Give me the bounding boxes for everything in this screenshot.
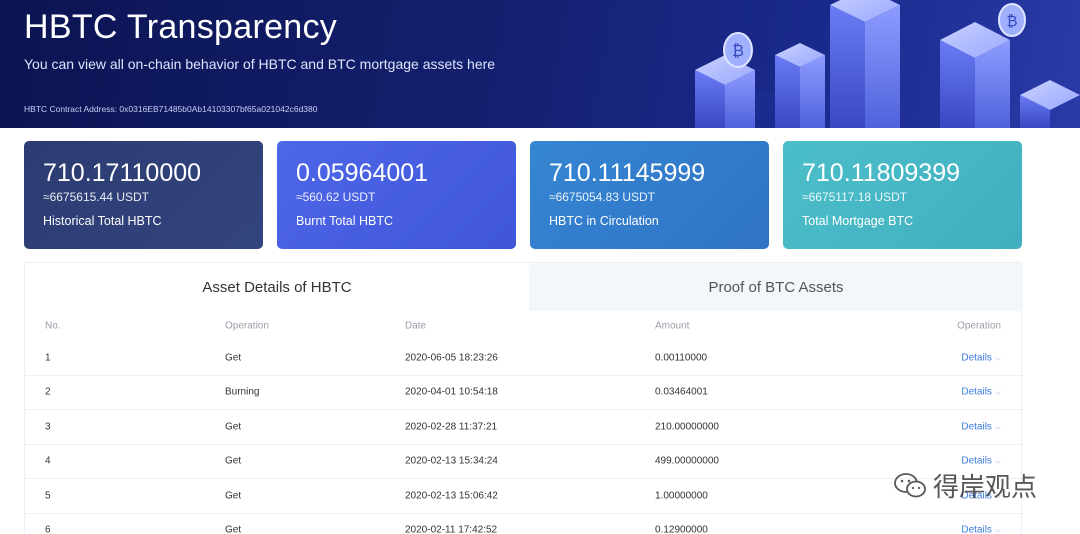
stat-value: 0.05964001 xyxy=(296,159,429,187)
header-operation: Operation xyxy=(225,320,269,332)
row-date: 2020-04-01 10:54:18 xyxy=(405,386,498,398)
stat-value: 710.11145999 xyxy=(549,159,706,187)
page-subtitle: You can view all on-chain behavior of HB… xyxy=(24,56,496,72)
stat-usdt: ≈6675615.44 USDT xyxy=(43,190,149,204)
watermark: 得岸观点 xyxy=(893,467,1037,504)
row-no: 4 xyxy=(45,455,51,467)
table-row: 1 Get 2020-06-05 18:23:26 0.00110000 Det… xyxy=(25,341,1023,376)
row-operation: Get xyxy=(225,455,242,467)
table-row: 4 Get 2020-02-13 15:34:24 499.00000000 D… xyxy=(25,445,1023,479)
stat-card-circulation: 710.11145999 ≈6675054.83 USDT HBTC in Ci… xyxy=(530,141,769,249)
stats-cards: 710.17110000 ≈6675615.44 USDT Historical… xyxy=(24,141,1022,249)
row-amount: 0.00110000 xyxy=(655,352,708,364)
tab-asset-details[interactable]: Asset Details of HBTC xyxy=(25,263,529,311)
header-date: Date xyxy=(405,320,427,332)
stat-label: Burnt Total HBTC xyxy=(296,214,394,228)
chevron-down-icon: ⌵ xyxy=(994,353,1001,363)
table-row: 5 Get 2020-02-13 15:06:42 1.00000000 Det… xyxy=(25,479,1023,514)
header-amount: Amount xyxy=(655,320,690,332)
header-banner: HBTC Transparency You can view all on-ch… xyxy=(0,0,1080,128)
table-row: 3 Get 2020-02-28 11:37:21 210.00000000 D… xyxy=(25,410,1023,445)
row-operation: Get xyxy=(225,490,242,502)
details-label: Details xyxy=(961,352,992,364)
row-no: 6 xyxy=(45,524,51,534)
details-link[interactable]: Details ⌵ xyxy=(961,352,1001,363)
stat-card-burnt-total: 0.05964001 ≈560.62 USDT Burnt Total HBTC xyxy=(277,141,516,249)
tab-proof-of-btc[interactable]: Proof of BTC Assets xyxy=(529,263,1023,311)
tab-bar: Asset Details of HBTC Proof of BTC Asset… xyxy=(25,263,1023,311)
chevron-down-icon: ⌵ xyxy=(994,525,1001,534)
svg-text:₿: ₿ xyxy=(1006,12,1017,30)
row-no: 3 xyxy=(45,421,51,433)
row-amount: 1.00000000 xyxy=(655,490,708,502)
chevron-down-icon: ⌵ xyxy=(994,387,1001,397)
row-amount: 0.12900000 xyxy=(655,524,708,534)
header-action: Operation xyxy=(957,320,1001,332)
stat-usdt: ≈560.62 USDT xyxy=(296,190,376,204)
row-amount: 499.00000000 xyxy=(655,455,719,467)
row-date: 2020-02-28 11:37:21 xyxy=(405,421,498,433)
row-date: 2020-02-13 15:06:42 xyxy=(405,490,498,502)
row-operation: Burning xyxy=(225,386,260,398)
row-date: 2020-02-11 17:42:52 xyxy=(405,524,498,534)
row-no: 1 xyxy=(45,352,51,364)
chevron-down-icon: ⌵ xyxy=(994,456,1001,466)
watermark-text: 得岸观点 xyxy=(933,473,1038,503)
stat-label: HBTC in Circulation xyxy=(549,214,659,228)
svg-text:₿: ₿ xyxy=(732,41,744,60)
stat-card-mortgage-btc: 710.11809399 ≈6675117.18 USDT Total Mort… xyxy=(783,141,1022,249)
stat-label: Historical Total HBTC xyxy=(43,214,162,228)
stat-usdt: ≈6675117.18 USDT xyxy=(802,190,908,204)
row-date: 2020-02-13 15:34:24 xyxy=(405,455,498,467)
details-label: Details xyxy=(961,421,992,433)
details-link[interactable]: Details ⌵ xyxy=(961,387,1001,398)
row-no: 2 xyxy=(45,386,51,398)
chevron-down-icon: ⌵ xyxy=(994,422,1001,432)
table-row: 2 Burning 2020-04-01 10:54:18 0.03464001… xyxy=(25,376,1023,410)
asset-details-table: No. Operation Date Amount Operation 1 Ge… xyxy=(25,311,1023,534)
details-link[interactable]: Details ⌵ xyxy=(961,456,1001,467)
row-date: 2020-06-05 18:23:26 xyxy=(405,352,498,364)
header-no: No. xyxy=(45,320,61,332)
stat-value: 710.11809399 xyxy=(802,159,961,187)
isometric-city-illustration: ₿ ₿ xyxy=(690,0,1080,128)
stat-value: 710.17110000 xyxy=(43,159,202,187)
row-amount: 210.00000000 xyxy=(655,421,719,433)
asset-panel: Asset Details of HBTC Proof of BTC Asset… xyxy=(24,262,1023,534)
row-operation: Get xyxy=(225,421,242,433)
stat-card-historical-total: 710.17110000 ≈6675615.44 USDT Historical… xyxy=(24,141,263,249)
wechat-icon xyxy=(894,472,926,497)
table-header-row: No. Operation Date Amount Operation xyxy=(25,311,1023,341)
details-link[interactable]: Details ⌵ xyxy=(961,421,1001,432)
row-operation: Get xyxy=(225,352,242,364)
stat-label: Total Mortgage BTC xyxy=(802,214,914,228)
row-operation: Get xyxy=(225,524,242,534)
contract-address: HBTC Contract Address: 0x0316EB71485b0Ab… xyxy=(24,104,318,114)
details-label: Details xyxy=(961,524,992,534)
details-label: Details xyxy=(961,386,992,398)
row-no: 5 xyxy=(45,490,51,502)
stat-usdt: ≈6675054.83 USDT xyxy=(549,190,655,204)
row-amount: 0.03464001 xyxy=(655,386,708,398)
details-link[interactable]: Details ⌵ xyxy=(961,525,1001,534)
page-title: HBTC Transparency xyxy=(24,8,338,46)
details-label: Details xyxy=(961,455,992,467)
table-row: 6 Get 2020-02-11 17:42:52 0.12900000 Det… xyxy=(25,514,1023,534)
